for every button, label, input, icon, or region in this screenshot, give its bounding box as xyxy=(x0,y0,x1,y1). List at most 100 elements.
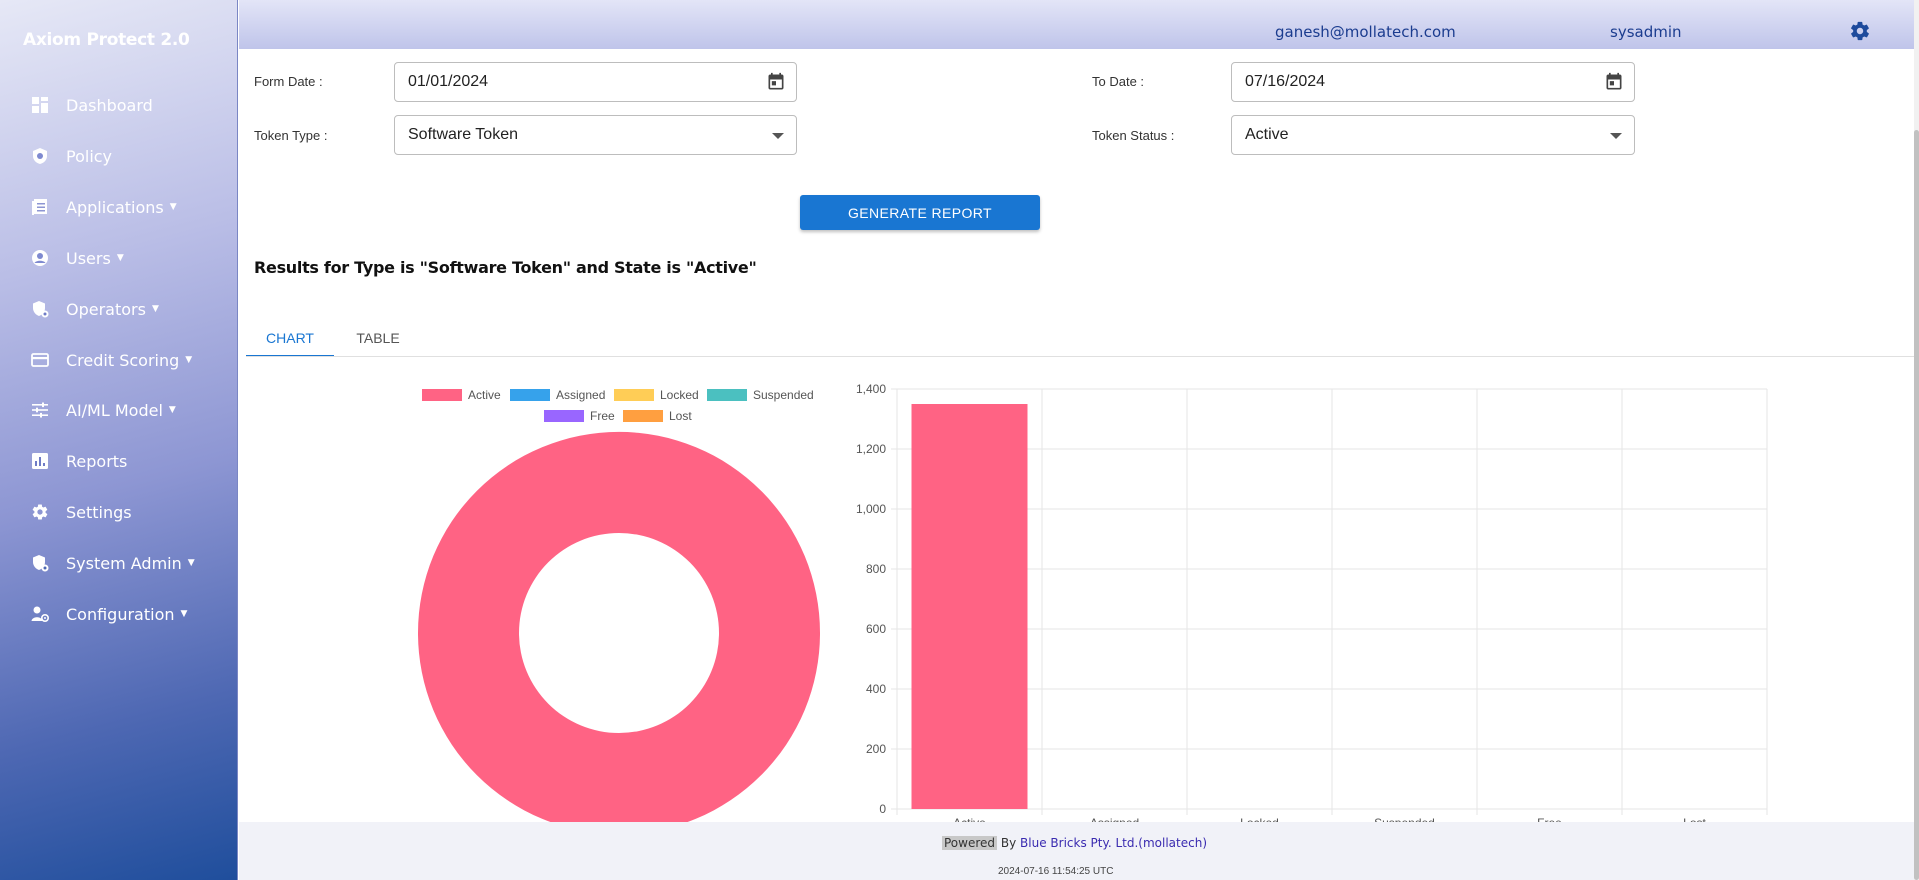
sidebar-item-label: Credit Scoring xyxy=(66,350,180,370)
tab-table[interactable]: TABLE xyxy=(334,320,422,356)
sidebar-item-label: AI/ML Model xyxy=(66,400,163,420)
sidebar-item-label: Applications xyxy=(66,197,164,217)
sidebar-item-applications[interactable]: Applications ▼ xyxy=(30,192,177,222)
legend-swatch xyxy=(623,410,663,422)
legend-swatch xyxy=(422,389,462,401)
legend-swatch xyxy=(510,389,550,401)
chevron-down-icon: ▼ xyxy=(168,405,176,415)
legend-item-free[interactable]: Free xyxy=(544,409,615,423)
dropdown-arrow-icon xyxy=(772,133,784,139)
results-heading: Results for Type is "Software Token" and… xyxy=(254,258,757,277)
sidebar-item-label: Configuration xyxy=(66,604,175,624)
dashboard-icon xyxy=(30,95,50,115)
token-type-select[interactable]: Software Token xyxy=(394,115,797,155)
legend-item-lost[interactable]: Lost xyxy=(623,409,692,423)
chevron-down-icon: ▼ xyxy=(169,202,177,212)
timestamp: 2024-07-16 11:54:25 UTC xyxy=(998,866,1114,877)
from-date-field[interactable]: 01/01/2024 xyxy=(394,62,797,102)
legend-label: Free xyxy=(590,409,615,423)
doughnut-slice-active[interactable] xyxy=(418,432,820,822)
token-status-label: Token Status : xyxy=(1092,128,1175,143)
sidebar-item-system-admin[interactable]: System Admin ▼ xyxy=(30,548,195,578)
legend-label: Assigned xyxy=(556,388,606,402)
legend-item-active[interactable]: Active xyxy=(422,388,501,402)
sidebar-item-policy[interactable]: Policy xyxy=(30,141,112,171)
sidebar-item-credit-scoring[interactable]: Credit Scoring ▼ xyxy=(30,345,192,375)
legend-label: Suspended xyxy=(753,388,814,402)
y-tick-label: 600 xyxy=(866,622,886,636)
sidebar-item-dashboard[interactable]: Dashboard xyxy=(30,90,153,120)
sidebar-item-configuration[interactable]: Configuration ▼ xyxy=(30,599,187,629)
token-type-value: Software Token xyxy=(408,126,518,143)
from-date-label: Form Date : xyxy=(254,74,323,89)
legend-label: Lost xyxy=(669,409,692,423)
configuration-icon xyxy=(30,604,50,624)
generate-report-button[interactable]: GENERATE REPORT xyxy=(800,195,1040,230)
sidebar-item-label: Users xyxy=(66,248,111,268)
legend-label: Locked xyxy=(660,388,699,402)
username[interactable]: sysadmin xyxy=(1610,23,1682,41)
sidebar-item-label: Policy xyxy=(66,146,113,166)
sidebar-item-label: Reports xyxy=(66,451,128,471)
top-bar: ganesh@mollatech.com sysadmin xyxy=(239,0,1914,49)
company-link[interactable]: Blue Bricks Pty. Ltd.(mollatech) xyxy=(1020,836,1207,850)
legend-swatch xyxy=(614,389,654,401)
sidebar: Axiom Protect 2.0 Dashboard Policy Appli… xyxy=(0,0,238,880)
legend-label: Active xyxy=(468,388,501,402)
user-email: ganesh@mollatech.com xyxy=(1275,23,1456,41)
powered-by: Powered By Blue Bricks Pty. Ltd.(mollate… xyxy=(942,836,1207,850)
tab-chart[interactable]: CHART xyxy=(246,320,334,357)
legend-swatch xyxy=(544,410,584,422)
y-tick-label: 200 xyxy=(866,742,886,756)
y-tick-label: 1,200 xyxy=(856,442,886,456)
doughnut-chart xyxy=(418,432,820,822)
sidebar-item-operators[interactable]: Operators ▼ xyxy=(30,294,159,324)
legend-item-assigned[interactable]: Assigned xyxy=(510,388,605,402)
sidebar-item-label: Settings xyxy=(66,502,132,522)
footer: Powered By Blue Bricks Pty. Ltd.(mollate… xyxy=(239,822,1914,880)
applications-icon xyxy=(30,197,50,217)
by-text: By xyxy=(1000,836,1017,850)
y-tick-label: 1,400 xyxy=(856,382,886,396)
chevron-down-icon: ▼ xyxy=(180,609,188,619)
chevron-down-icon: ▼ xyxy=(116,253,124,263)
reports-icon xyxy=(30,451,50,471)
sidebar-item-reports[interactable]: Reports xyxy=(30,446,127,476)
operators-icon xyxy=(30,299,50,319)
system-admin-icon xyxy=(30,553,50,573)
chevron-down-icon: ▼ xyxy=(187,558,195,568)
settings-gear-icon[interactable] xyxy=(1849,20,1873,44)
sidebar-item-label: Dashboard xyxy=(66,95,153,115)
dropdown-arrow-icon xyxy=(1610,133,1622,139)
sidebar-item-users[interactable]: Users ▼ xyxy=(30,243,124,273)
app-title: Axiom Protect 2.0 xyxy=(23,30,190,50)
y-tick-label: 0 xyxy=(879,802,886,816)
y-tick-label: 400 xyxy=(866,682,886,696)
sliders-icon xyxy=(30,400,50,420)
sidebar-item-label: System Admin xyxy=(66,553,182,573)
scrollbar[interactable] xyxy=(1914,0,1919,880)
chevron-down-icon: ▼ xyxy=(185,355,193,365)
chevron-down-icon: ▼ xyxy=(151,304,159,314)
sidebar-item-ai-ml-model[interactable]: AI/ML Model ▼ xyxy=(30,395,176,425)
bar-chart: 02004006008001,0001,2001,400ActiveAssign… xyxy=(856,382,1768,822)
token-status-select[interactable]: Active xyxy=(1231,115,1635,155)
to-date-label: To Date : xyxy=(1092,74,1145,89)
from-date-value: 01/01/2024 xyxy=(408,73,489,90)
sidebar-item-settings[interactable]: Settings xyxy=(30,497,132,527)
tabs-divider xyxy=(246,356,1914,357)
credit-card-icon xyxy=(30,350,50,370)
user-circle-icon xyxy=(30,248,50,268)
calendar-icon[interactable] xyxy=(1604,72,1624,92)
calendar-icon[interactable] xyxy=(766,72,786,92)
token-type-label: Token Type : xyxy=(254,128,328,143)
scrollbar-thumb[interactable] xyxy=(1914,130,1919,880)
token-status-value: Active xyxy=(1245,126,1289,143)
y-tick-label: 800 xyxy=(866,562,886,576)
powered-text: Powered xyxy=(942,836,998,850)
legend-item-suspended[interactable]: Suspended xyxy=(707,388,814,402)
to-date-field[interactable]: 07/16/2024 xyxy=(1231,62,1635,102)
bar-active[interactable] xyxy=(911,404,1028,809)
legend-item-locked[interactable]: Locked xyxy=(614,388,699,402)
y-tick-label: 1,000 xyxy=(856,502,886,516)
